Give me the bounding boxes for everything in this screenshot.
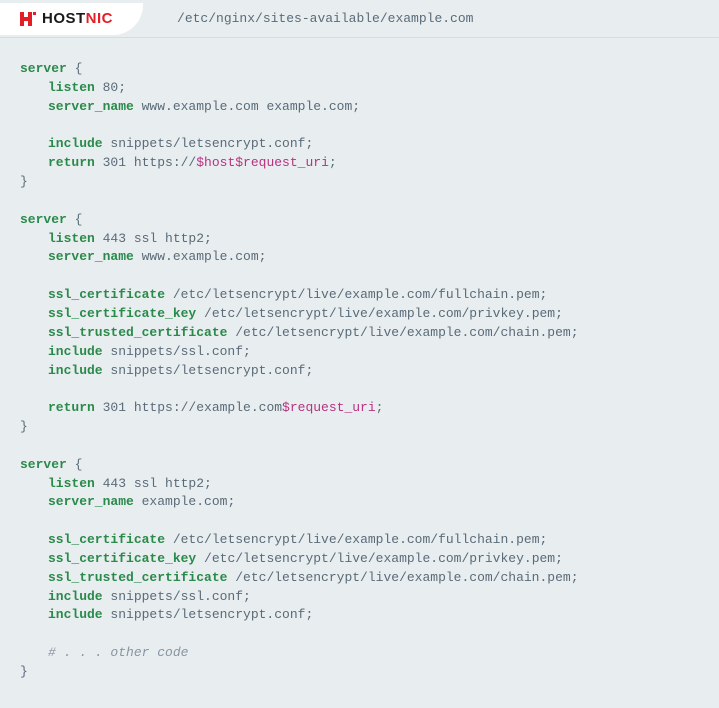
keyword-ssl-trusted: ssl_trusted_certificate — [48, 570, 227, 585]
keyword-ssl-key: ssl_certificate_key — [48, 306, 196, 321]
keyword-listen: listen — [48, 80, 95, 95]
code-line: server { — [20, 60, 699, 79]
code-line: # . . . other code — [20, 644, 699, 663]
keyword-include: include — [48, 363, 103, 378]
keyword-server-name: server_name — [48, 494, 134, 509]
code-line — [20, 512, 699, 531]
code-line: include snippets/letsencrypt.conf; — [20, 135, 699, 154]
keyword-return: return — [48, 155, 95, 170]
code-line: ssl_certificate_key /etc/letsencrypt/liv… — [20, 550, 699, 569]
logo-nic: NIC — [86, 10, 113, 27]
file-path: /etc/nginx/sites-available/example.com — [177, 11, 473, 26]
code-line: include snippets/letsencrypt.conf; — [20, 362, 699, 381]
code-line: } — [20, 418, 699, 437]
keyword-server: server — [20, 457, 67, 472]
code-line: server { — [20, 456, 699, 475]
code-line: ssl_trusted_certificate /etc/letsencrypt… — [20, 324, 699, 343]
code-line: } — [20, 173, 699, 192]
code-line: listen 443 ssl http2; — [20, 475, 699, 494]
keyword-server-name: server_name — [48, 99, 134, 114]
keyword-ssl-cert: ssl_certificate — [48, 532, 165, 547]
keyword-include: include — [48, 607, 103, 622]
keyword-listen: listen — [48, 231, 95, 246]
code-line: ssl_certificate_key /etc/letsencrypt/liv… — [20, 305, 699, 324]
code-line: listen 443 ssl http2; — [20, 230, 699, 249]
code-line: server_name www.example.com; — [20, 248, 699, 267]
code-line — [20, 625, 699, 644]
code-line — [20, 267, 699, 286]
code-line: return 301 https://example.com$request_u… — [20, 399, 699, 418]
code-line — [20, 192, 699, 211]
variable-request-uri: $request_uri — [235, 155, 329, 170]
variable-request-uri: $request_uri — [282, 400, 376, 415]
code-line: include snippets/letsencrypt.conf; — [20, 606, 699, 625]
logo-text: HOSTNIC — [42, 10, 113, 27]
keyword-server: server — [20, 212, 67, 227]
code-line: return 301 https://$host$request_uri; — [20, 154, 699, 173]
keyword-include: include — [48, 344, 103, 359]
code-line: include snippets/ssl.conf; — [20, 588, 699, 607]
keyword-ssl-key: ssl_certificate_key — [48, 551, 196, 566]
header-bar: HOSTNIC /etc/nginx/sites-available/examp… — [0, 0, 719, 38]
code-line — [20, 437, 699, 456]
logo-host: HOST — [42, 10, 86, 27]
code-line: server_name www.example.com example.com; — [20, 98, 699, 117]
keyword-return: return — [48, 400, 95, 415]
hostnic-logo-icon — [18, 9, 38, 29]
code-line: listen 80; — [20, 79, 699, 98]
keyword-server-name: server_name — [48, 249, 134, 264]
keyword-listen: listen — [48, 476, 95, 491]
code-line — [20, 117, 699, 136]
code-line — [20, 380, 699, 399]
code-content: server { listen 80; server_name www.exam… — [0, 38, 719, 704]
code-line: } — [20, 663, 699, 682]
code-line: server_name example.com; — [20, 493, 699, 512]
code-line: ssl_certificate /etc/letsencrypt/live/ex… — [20, 286, 699, 305]
code-line: server { — [20, 211, 699, 230]
keyword-server: server — [20, 61, 67, 76]
keyword-ssl-cert: ssl_certificate — [48, 287, 165, 302]
logo-container: HOSTNIC — [0, 3, 143, 35]
keyword-include: include — [48, 589, 103, 604]
keyword-ssl-trusted: ssl_trusted_certificate — [48, 325, 227, 340]
comment-other-code: # . . . other code — [48, 645, 188, 660]
variable-host: $host — [196, 155, 235, 170]
code-line: ssl_trusted_certificate /etc/letsencrypt… — [20, 569, 699, 588]
code-line: ssl_certificate /etc/letsencrypt/live/ex… — [20, 531, 699, 550]
keyword-include: include — [48, 136, 103, 151]
code-line: include snippets/ssl.conf; — [20, 343, 699, 362]
